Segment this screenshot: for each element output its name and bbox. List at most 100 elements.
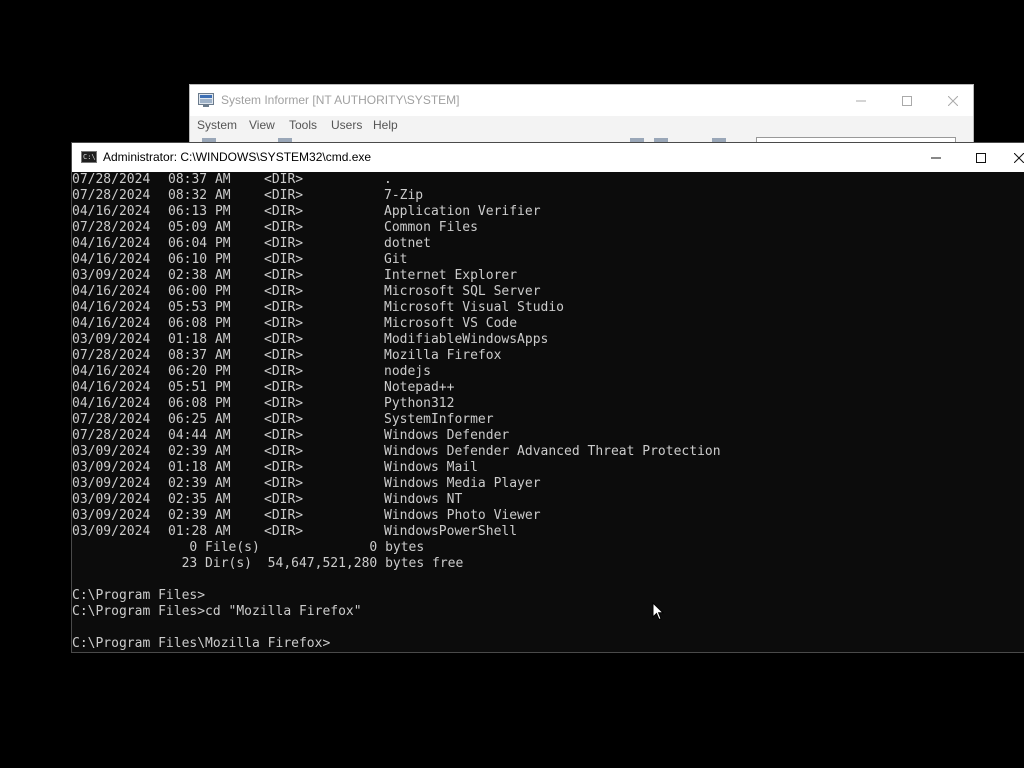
listing-row: 04/16/2024 06:00 PM <DIR> Microsoft SQL Ser… (72, 284, 1024, 300)
listing-time: 02:38 AM (168, 268, 231, 283)
listing-row: 07/28/2024 08:37 AM <DIR>. (72, 172, 1024, 188)
listing-type: <DIR> (264, 332, 304, 347)
listing-time: 08:32 AM (168, 188, 231, 203)
listing-row: 03/09/2024 01:28 AM <DIR> WindowsPowerShell (72, 524, 1024, 540)
listing-type: <DIR> (264, 220, 304, 235)
close-icon (1014, 152, 1024, 163)
listing-date: 03/09/2024 (72, 492, 151, 507)
menu-tools[interactable]: Tools (289, 118, 317, 132)
si-maximize-button[interactable] (884, 85, 930, 116)
cmd-titlebar[interactable]: C:\ Administrator: C:\WINDOWS\SYSTEM32\c… (72, 143, 1024, 172)
listing-name: Windows Defender (384, 428, 510, 443)
listing-name: Python312 (384, 396, 455, 411)
listing-time: 02:39 AM (168, 508, 231, 523)
listing-date: 03/09/2024 (72, 332, 151, 347)
menu-users[interactable]: Users (331, 118, 362, 132)
listing-type: <DIR> (264, 380, 304, 395)
listing-type: <DIR> (264, 508, 304, 523)
listing-row: 03/09/2024 02:38 AM <DIR> Internet Explorer (72, 268, 1024, 284)
listing-time: 01:18 AM (168, 460, 231, 475)
listing-date: 07/28/2024 (72, 348, 151, 363)
listing-row: 04/16/2024 06:08 PM <DIR> Python312 (72, 396, 1024, 412)
listing-name: Windows Photo Viewer (384, 508, 541, 523)
listing-name: Git (384, 252, 408, 267)
listing-type: <DIR> (264, 428, 304, 443)
listing-row: 07/28/2024 08:32 AM <DIR> 7-Zip (72, 188, 1024, 204)
listing-type: <DIR> (264, 492, 304, 507)
cmd-minimize-button[interactable] (913, 143, 959, 172)
mouse-cursor-icon (652, 602, 664, 621)
listing-type: <DIR> (264, 300, 304, 315)
listing-name: dotnet (384, 236, 431, 251)
summary-files: 0 File(s) 0 bytes (72, 540, 425, 555)
system-informer-title: System Informer [NT AUTHORITY\SYSTEM] (221, 93, 460, 107)
listing-time: 02:39 AM (168, 444, 231, 459)
listing-date: 07/28/2024 (72, 188, 151, 203)
listing-date: 07/28/2024 (72, 220, 151, 235)
listing-name: Windows Mail (384, 460, 478, 475)
listing-time: 06:08 PM (168, 396, 231, 411)
listing-type: <DIR> (264, 364, 304, 379)
listing-row: 04/16/2024 05:51 PM <DIR> Notepad++ (72, 380, 1024, 396)
listing-name: Common Files (384, 220, 478, 235)
listing-row: 03/09/2024 02:39 AM <DIR> Windows Media Pla… (72, 476, 1024, 492)
listing-type: <DIR> (264, 188, 304, 203)
listing-row: 03/09/2024 02:39 AM <DIR> Windows Defender … (72, 444, 1024, 460)
listing-row: 03/09/2024 02:35 AM <DIR> Windows NT (72, 492, 1024, 508)
listing-time: 05:51 PM (168, 380, 231, 395)
listing-date: 04/16/2024 (72, 284, 151, 299)
listing-time: 02:39 AM (168, 476, 231, 491)
si-close-button[interactable] (930, 85, 976, 116)
listing-type: <DIR> (264, 268, 304, 283)
cmd-maximize-button[interactable] (958, 143, 1004, 172)
listing-type: <DIR> (264, 236, 304, 251)
cmd-close-button[interactable] (1004, 143, 1024, 172)
summary-files-line: 0 File(s) 0 bytes (72, 540, 1024, 556)
listing-type: <DIR> (264, 412, 304, 427)
listing-name: . (384, 172, 392, 187)
listing-date: 07/28/2024 (72, 428, 151, 443)
listing-time: 06:13 PM (168, 204, 231, 219)
listing-date: 04/16/2024 (72, 204, 151, 219)
listing-type: <DIR> (264, 444, 304, 459)
system-informer-menubar: System View Tools Users Help (190, 116, 973, 136)
current-prompt[interactable]: C:\Program Files\Mozilla Firefox> (72, 636, 330, 652)
menu-view[interactable]: View (249, 118, 275, 132)
summary-dirs-line: 23 Dir(s) 54,647,521,280 bytes free (72, 556, 1024, 572)
listing-time: 04:44 AM (168, 428, 231, 443)
listing-type: <DIR> (264, 396, 304, 411)
listing-name: Windows NT (384, 492, 463, 507)
listing-date: 03/09/2024 (72, 524, 151, 539)
console-output[interactable]: 07/28/2024 08:37 AM <DIR>. 07/28/2024 08:32 … (72, 172, 1024, 652)
maximize-icon (902, 95, 912, 106)
prompt-line-current[interactable]: C:\Program Files\Mozilla Firefox> (72, 636, 1024, 652)
listing-name: ModifiableWindowsApps (384, 332, 549, 347)
si-minimize-button[interactable] (838, 85, 884, 116)
listing-date: 07/28/2024 (72, 412, 151, 427)
minimize-icon (931, 157, 941, 158)
listing-name: WindowsPowerShell (384, 524, 518, 539)
system-informer-titlebar[interactable]: System Informer [NT AUTHORITY\SYSTEM] (190, 85, 973, 116)
listing-name: 7-Zip (384, 188, 424, 203)
menu-system[interactable]: System (197, 118, 237, 132)
listing-name: Notepad++ (384, 380, 455, 395)
listing-row: 03/09/2024 01:18 AM <DIR> Windows Mail (72, 460, 1024, 476)
listing-row: 04/16/2024 06:13 PM <DIR> Application Verif… (72, 204, 1024, 220)
listing-row: 03/09/2024 01:18 AM <DIR> ModifiableWindows… (72, 332, 1024, 348)
listing-date: 04/16/2024 (72, 396, 151, 411)
listing-time: 01:28 AM (168, 524, 231, 539)
cmd-window[interactable]: C:\ Administrator: C:\WINDOWS\SYSTEM32\c… (71, 142, 1024, 653)
menu-help[interactable]: Help (373, 118, 398, 132)
listing-date: 03/09/2024 (72, 460, 151, 475)
listing-name: Mozilla Firefox (384, 348, 502, 363)
listing-row: 04/16/2024 06:10 PM <DIR> Git (72, 252, 1024, 268)
listing-date: 04/16/2024 (72, 380, 151, 395)
cmd-app-icon: C:\ (81, 151, 97, 163)
listing-row: 07/28/2024 06:25 AM <DIR> SystemInformer (72, 412, 1024, 428)
listing-time: 06:00 PM (168, 284, 231, 299)
directory-listing: 07/28/2024 08:37 AM <DIR>. 07/28/2024 08:32 … (72, 172, 1024, 540)
listing-row: 07/28/2024 08:37 AM <DIR> Mozilla Firefox (72, 348, 1024, 364)
listing-type: <DIR> (264, 172, 304, 187)
